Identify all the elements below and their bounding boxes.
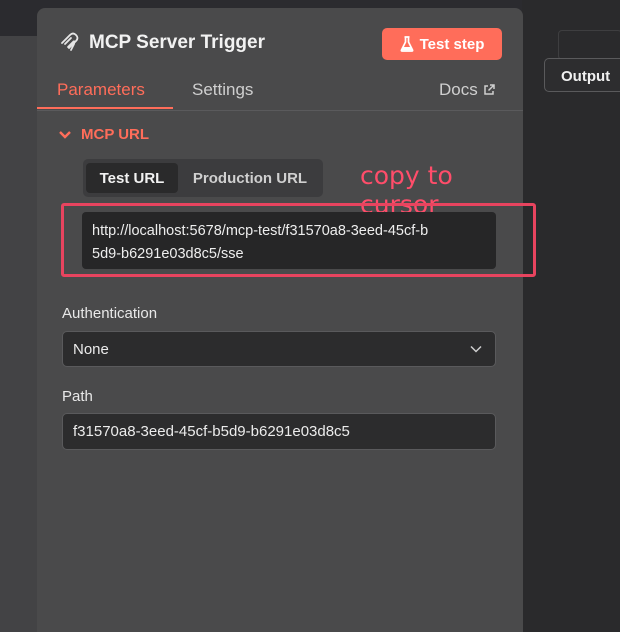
mcp-url-section-toggle[interactable]: MCP URL (59, 126, 149, 143)
node-title: MCP Server Trigger (89, 32, 266, 53)
tab-settings[interactable]: Settings (192, 80, 253, 100)
mcp-url-line-1: http://localhost:5678/mcp-test/f31570a8-… (92, 223, 429, 239)
canvas-left-area (0, 36, 37, 632)
docs-link[interactable]: Docs (439, 80, 495, 100)
node-parameters-panel: MCP Server Trigger Test step Parameters … (37, 8, 536, 632)
flask-icon (400, 36, 414, 52)
production-url-option[interactable]: Production URL (181, 163, 319, 193)
mcp-url-value[interactable]: http://localhost:5678/mcp-test/f31570a8-… (82, 212, 496, 269)
output-panel-area (522, 0, 620, 632)
authentication-value: None (73, 341, 109, 358)
tab-parameters[interactable]: Parameters (57, 80, 145, 100)
panel-header: MCP Server Trigger Test step Parameters … (37, 8, 523, 111)
panel-tabs: Parameters Settings Docs (37, 74, 523, 111)
url-type-switch: Test URL Production URL (83, 159, 323, 197)
mcp-url-line-2: 5d9-b6291e03d8c5/sse (92, 246, 244, 262)
authentication-select[interactable]: None (62, 331, 496, 367)
external-link-icon (483, 84, 495, 95)
test-url-option[interactable]: Test URL (86, 163, 178, 193)
mcp-logo-icon (61, 32, 79, 51)
mcp-url-section-label: MCP URL (81, 126, 150, 143)
test-step-label: Test step (419, 35, 485, 53)
docs-label: Docs (439, 80, 478, 99)
chevron-down-icon (470, 345, 482, 353)
active-tab-indicator (37, 107, 173, 109)
chevron-down-icon (59, 130, 71, 139)
authentication-label: Authentication (62, 305, 158, 322)
output-tab[interactable]: Output (544, 58, 620, 92)
path-input[interactable]: f31570a8-3eed-45cf-b5d9-b6291e03d8c5 (62, 413, 496, 450)
path-label: Path (62, 388, 93, 405)
test-step-button[interactable]: Test step (382, 28, 502, 60)
output-panel-header (558, 30, 620, 60)
